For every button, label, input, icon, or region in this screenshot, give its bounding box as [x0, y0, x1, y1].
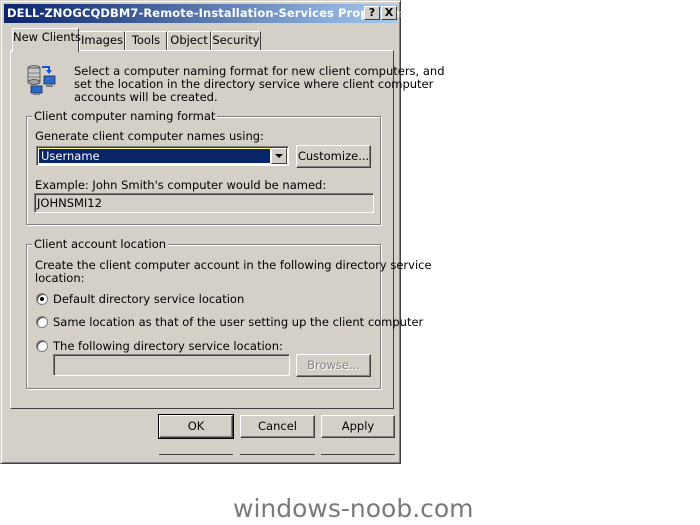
redraw-artifact: [159, 443, 233, 455]
tab-panel: Select a computer naming format for new …: [10, 50, 445, 409]
redraw-artifact: [240, 443, 315, 455]
radio-default-location-label[interactable]: Default directory service location: [53, 292, 244, 306]
generate-label: Generate client computer names using:: [35, 129, 264, 143]
intro-line-1: Select a computer naming format for new …: [74, 64, 445, 78]
cancel-button[interactable]: Cancel: [240, 415, 315, 438]
intro-line-2: set the location in the directory servic…: [74, 77, 434, 91]
radio-following-location-label[interactable]: The following directory service location…: [53, 339, 283, 353]
window-title: DELL-ZNOGCQDBM7-Remote-Installation-Serv…: [7, 6, 407, 20]
location-description-2: location:: [35, 271, 85, 285]
dropdown-button[interactable]: [271, 148, 287, 164]
radio-user-location-label[interactable]: Same location as that of the user settin…: [53, 315, 423, 329]
example-label: Example: John Smith's computer would be …: [35, 178, 327, 192]
customize-button[interactable]: Customize...: [296, 145, 371, 168]
radio-user-location[interactable]: [36, 316, 48, 328]
browse-button[interactable]: Browse...: [296, 354, 371, 377]
help-button[interactable]: ?: [364, 6, 380, 20]
apply-button[interactable]: Apply: [321, 415, 395, 438]
tab-object[interactable]: Object: [167, 31, 211, 50]
example-name-value: JOHNSMI12: [37, 196, 102, 210]
selection-highlight: Username: [38, 148, 271, 164]
redraw-artifact: [321, 443, 395, 455]
computers-directory-icon: [25, 62, 59, 96]
title-bar[interactable]: DELL-ZNOGCQDBM7-Remote-Installation-Serv…: [4, 4, 407, 23]
tab-tools[interactable]: Tools: [125, 31, 167, 50]
location-description-1: Create the client computer account in th…: [35, 258, 432, 272]
watermark-text: windows-noob.com: [233, 494, 474, 523]
naming-format-group-title: Client computer naming format: [32, 109, 218, 123]
tab-new-clients[interactable]: New Clients: [12, 28, 81, 52]
naming-format-value: Username: [41, 149, 100, 163]
tab-images[interactable]: Images: [79, 31, 125, 50]
intro-line-3: accounts will be created.: [74, 90, 218, 104]
chevron-down-icon: [275, 154, 283, 158]
tab-security[interactable]: Security: [211, 31, 261, 50]
directory-location-field[interactable]: [53, 354, 290, 376]
account-location-group-title: Client account location: [32, 237, 169, 251]
radio-default-location[interactable]: [36, 293, 48, 305]
ok-button[interactable]: OK: [158, 414, 234, 439]
example-name-field: JOHNSMI12: [34, 193, 374, 213]
naming-format-select[interactable]: Username: [36, 146, 289, 166]
radio-following-location[interactable]: [36, 340, 48, 352]
close-button[interactable]: X: [381, 6, 397, 20]
properties-dialog: DELL-ZNOGCQDBM7-Remote-Installation-Serv…: [0, 0, 445, 464]
